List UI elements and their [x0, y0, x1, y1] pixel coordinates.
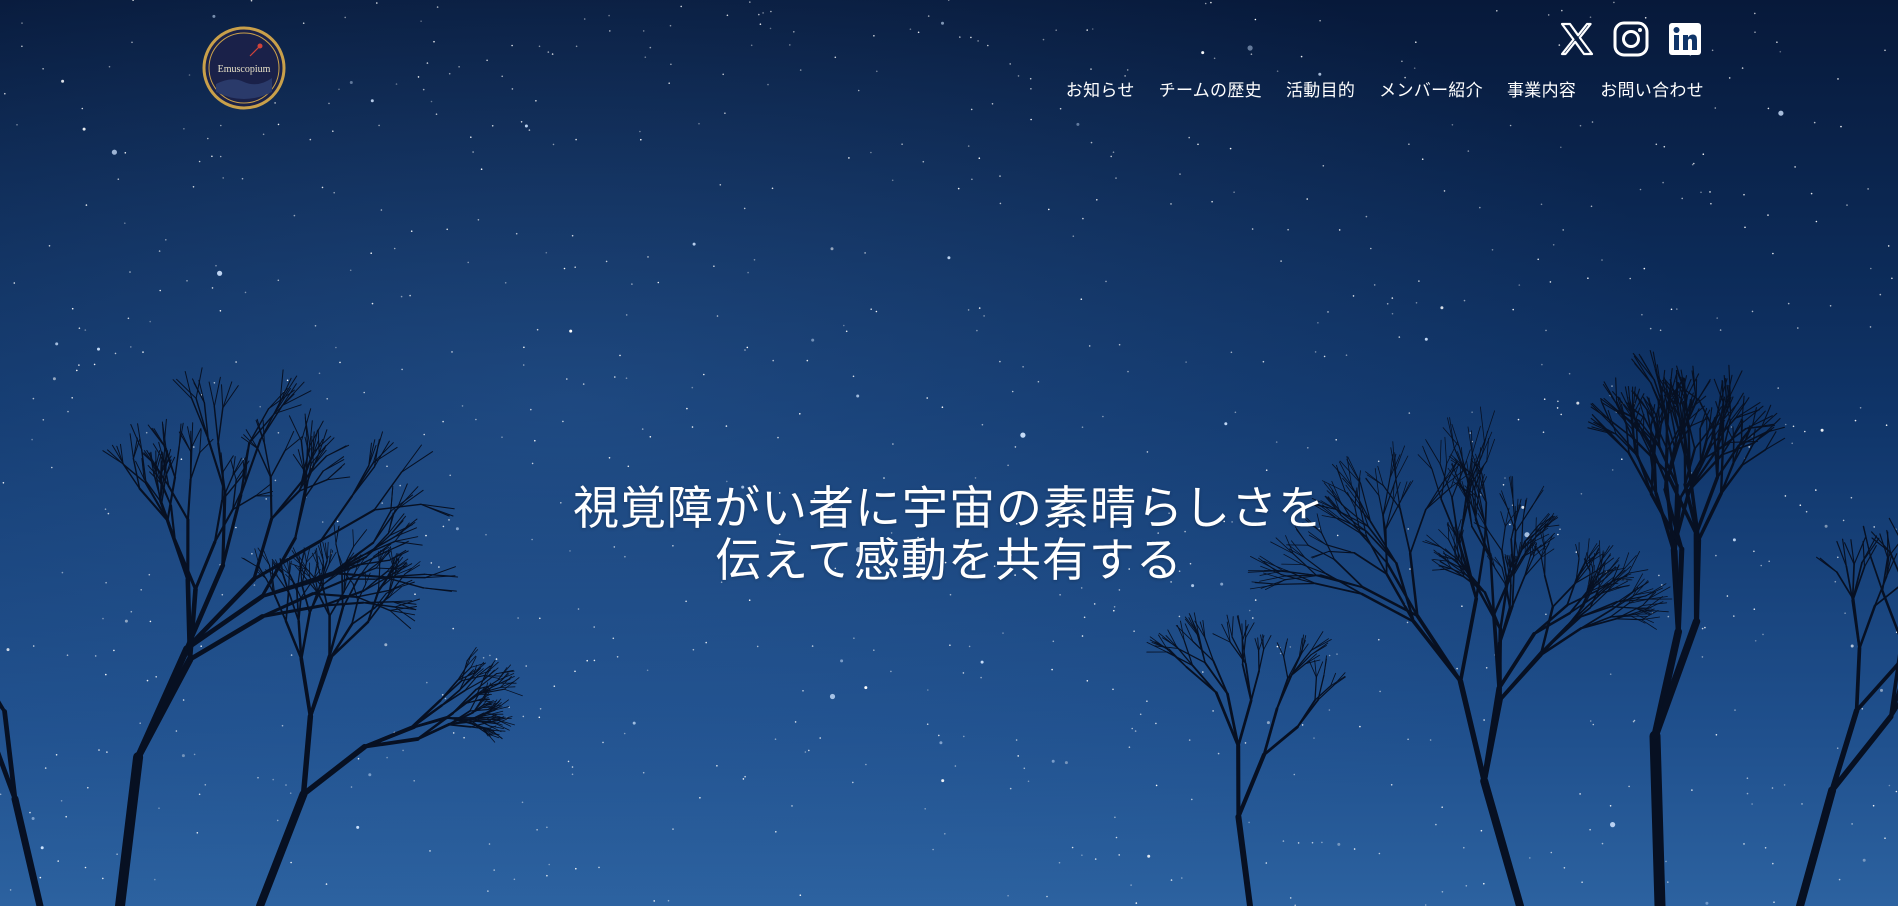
hero-tagline: 視覚障がい者に宇宙の素晴らしさを 伝えて感動を共有する [0, 482, 1898, 586]
x-twitter-icon[interactable] [1558, 20, 1596, 58]
nav-item-team-history[interactable]: チームの歴史 [1159, 76, 1262, 101]
nav-item-business[interactable]: 事業内容 [1507, 76, 1576, 101]
logo-text: Emuscopium [218, 64, 271, 75]
instagram-icon[interactable] [1612, 20, 1650, 58]
linkedin-icon[interactable] [1666, 20, 1704, 58]
main-navigation: お知らせ チームの歴史 活動目的 メンバー紹介 事業内容 お問い合わせ [1066, 76, 1704, 101]
night-sky-background [0, 0, 1898, 906]
hero-tagline-line-1: 視覚障がい者に宇宙の素晴らしさを [573, 481, 1325, 535]
nav-item-news[interactable]: お知らせ [1066, 76, 1135, 101]
site-logo[interactable]: Emuscopium [202, 26, 286, 110]
nav-item-members[interactable]: メンバー紹介 [1379, 76, 1483, 101]
hero-tagline-line-2: 伝えて感動を共有する [715, 533, 1183, 587]
nav-item-contact[interactable]: お問い合わせ [1600, 76, 1704, 101]
social-links [1558, 20, 1704, 58]
page: Emuscopium お知らせ チームの歴史 活動目的 メンバー紹介 事業内容 … [0, 0, 1898, 906]
logo-emblem-icon: Emuscopium [202, 26, 286, 110]
nav-item-purpose[interactable]: 活動目的 [1286, 76, 1355, 101]
